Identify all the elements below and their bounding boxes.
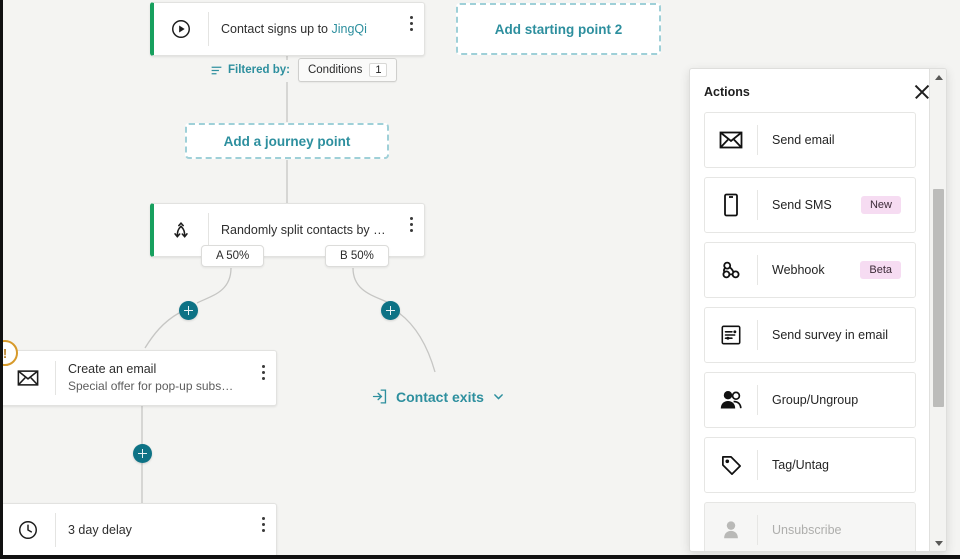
action-item-tag-untag[interactable]: Tag/Untag bbox=[704, 437, 916, 493]
conditions-count: 1 bbox=[369, 63, 387, 77]
conditions-chip[interactable]: Conditions 1 bbox=[298, 58, 397, 82]
node-body: Randomly split contacts by a percentage bbox=[209, 222, 398, 239]
add-step-branch-a-button[interactable] bbox=[179, 301, 198, 320]
survey-icon bbox=[705, 308, 757, 362]
person-icon bbox=[705, 503, 757, 552]
add-step-branch-b-button[interactable] bbox=[381, 301, 400, 320]
node-subtitle: Special offer for pop-up subscribers ema… bbox=[68, 378, 238, 394]
journey-builder-app: Contact signs up to JingQi Add starting … bbox=[0, 0, 960, 559]
chevron-down-icon[interactable] bbox=[492, 390, 505, 403]
action-item-send-sms[interactable]: Send SMS New bbox=[704, 177, 916, 233]
node-title: 3 day delay bbox=[68, 522, 238, 539]
contact-exits-control[interactable]: Contact exits bbox=[371, 388, 505, 405]
node-title-text: Randomly split contacts by a bbox=[221, 223, 386, 237]
tag-icon bbox=[705, 438, 757, 492]
action-label: Send email bbox=[758, 133, 915, 147]
action-label: Send survey in email bbox=[758, 328, 915, 342]
node-title-link[interactable]: JingQi bbox=[332, 22, 367, 36]
people-icon bbox=[705, 373, 757, 427]
action-item-send-survey-in-email[interactable]: Send survey in email bbox=[704, 307, 916, 363]
action-item-send-email[interactable]: Send email bbox=[704, 112, 916, 168]
add-step-after-email-button[interactable] bbox=[133, 444, 152, 463]
webhook-icon bbox=[705, 243, 757, 297]
action-label: Unsubscribe bbox=[758, 523, 915, 537]
journey-node-trigger[interactable]: Contact signs up to JingQi bbox=[150, 2, 425, 56]
contact-exits-label: Contact exits bbox=[396, 389, 484, 405]
filtered-by-label-group[interactable]: Filtered by: bbox=[210, 64, 290, 77]
filtered-by-row: Filtered by: Conditions 1 bbox=[210, 58, 397, 82]
node-body: Create an email Special offer for pop-up… bbox=[56, 361, 250, 394]
action-label: Webhook bbox=[758, 263, 860, 277]
node-body: Contact signs up to JingQi bbox=[209, 21, 398, 38]
node-title: Create an email bbox=[68, 361, 238, 378]
actions-panel-title: Actions bbox=[704, 85, 916, 99]
action-item-group-ungroup[interactable]: Group/Ungroup bbox=[704, 372, 916, 428]
clock-icon bbox=[1, 504, 55, 556]
node-menu-button[interactable] bbox=[250, 351, 276, 405]
add-journey-point-label: Add a journey point bbox=[224, 134, 351, 149]
action-label: Send SMS bbox=[758, 198, 861, 212]
action-item-unsubscribe: Unsubscribe bbox=[704, 502, 916, 552]
action-badge-beta: Beta bbox=[860, 261, 901, 279]
action-label: Tag/Untag bbox=[758, 458, 915, 472]
node-menu-button[interactable] bbox=[398, 3, 424, 55]
split-arrows-icon bbox=[154, 204, 208, 256]
add-journey-point-button[interactable]: Add a journey point bbox=[185, 123, 389, 159]
phone-icon bbox=[705, 178, 757, 232]
node-menu-button[interactable] bbox=[250, 504, 276, 556]
scroll-down-arrow[interactable] bbox=[930, 535, 947, 551]
node-title-text: Contact signs up to bbox=[221, 22, 328, 36]
actions-panel-scrollbar[interactable] bbox=[929, 69, 946, 551]
scroll-thumb[interactable] bbox=[933, 189, 944, 407]
action-item-webhook[interactable]: Webhook Beta bbox=[704, 242, 916, 298]
play-circle-icon bbox=[154, 3, 208, 55]
action-label: Group/Ungroup bbox=[758, 393, 915, 407]
branch-chip-a[interactable]: A 50% bbox=[201, 245, 264, 267]
branch-chip-b[interactable]: B 50% bbox=[325, 245, 389, 267]
node-menu-button[interactable] bbox=[398, 204, 424, 256]
node-body: 3 day delay bbox=[56, 522, 250, 539]
filtered-by-text: Filtered by: bbox=[228, 64, 290, 76]
filter-icon bbox=[210, 64, 223, 77]
exit-icon bbox=[371, 388, 388, 405]
action-badge-new: New bbox=[861, 196, 901, 214]
branch-chip-b-label: B 50% bbox=[340, 250, 374, 262]
journey-node-email[interactable]: Create an email Special offer for pop-up… bbox=[0, 350, 277, 406]
branch-chip-a-label: A 50% bbox=[216, 250, 249, 262]
warning-badge-text: ! bbox=[3, 346, 7, 361]
actions-panel: Actions Send email bbox=[689, 68, 947, 552]
node-title: Contact signs up to JingQi bbox=[221, 21, 386, 38]
scroll-up-arrow[interactable] bbox=[930, 69, 947, 85]
conditions-label: Conditions bbox=[308, 64, 362, 76]
add-starting-point-button[interactable]: Add starting point 2 bbox=[456, 3, 661, 55]
actions-panel-body: Actions Send email bbox=[690, 69, 930, 551]
envelope-icon bbox=[705, 113, 757, 167]
journey-node-delay[interactable]: 3 day delay bbox=[0, 503, 277, 557]
node-title: Randomly split contacts by a percentage bbox=[221, 222, 386, 239]
add-starting-point-label: Add starting point 2 bbox=[495, 22, 623, 37]
